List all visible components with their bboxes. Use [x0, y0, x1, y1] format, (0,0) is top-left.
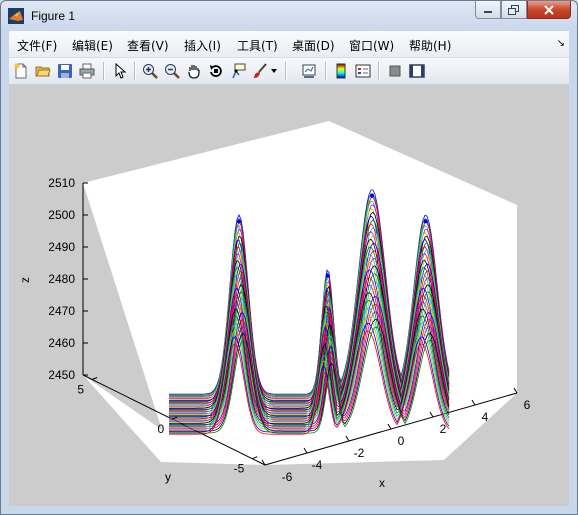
- menu-overflow-icon[interactable]: ↘: [557, 38, 565, 49]
- data-cursor-button[interactable]: [228, 61, 248, 81]
- link-plot-icon: [302, 64, 316, 78]
- data-cursor-icon: [232, 63, 246, 79]
- folder-open-icon: [35, 66, 51, 77]
- show-plot-tools-icon: [409, 64, 425, 78]
- peak-marker: [325, 273, 330, 278]
- x-tick-label: 6: [524, 398, 531, 412]
- zoom-out-button[interactable]: [162, 61, 182, 81]
- z-tick-label: 2490: [48, 240, 75, 254]
- peak-marker: [423, 219, 428, 224]
- open-file-button[interactable]: [33, 61, 53, 81]
- pointer-arrow-icon: [115, 63, 127, 79]
- toolbar-separator: [325, 62, 327, 80]
- edit-plot-button[interactable]: [110, 61, 130, 81]
- y-axis-label: y: [165, 470, 171, 484]
- insert-legend-button[interactable]: [353, 61, 373, 81]
- x-axis-label: x: [379, 476, 385, 490]
- menu-window[interactable]: 窗口(W): [349, 37, 394, 54]
- menu-tools[interactable]: 工具(T): [237, 37, 278, 54]
- z-tick-label: 2450: [48, 368, 75, 382]
- menu-bar: 文件(F) 编辑(E) 查看(V) 插入(I) 工具(T) 桌面(D) 窗口(W…: [9, 31, 569, 58]
- pan-button[interactable]: [184, 61, 204, 81]
- z-tick-label: 2510: [48, 176, 75, 190]
- menu-view[interactable]: 查看(V): [127, 37, 169, 54]
- zoom-in-button[interactable]: [140, 61, 160, 81]
- figure-window: Figure 1 文件(F) 编辑(E) 查看(V) 插入(I) 工具(T) 桌…: [0, 0, 578, 515]
- menu-help[interactable]: 帮助(H): [409, 37, 451, 54]
- x-tick-label: -2: [354, 446, 365, 460]
- x-tick-label: 2: [440, 422, 447, 436]
- zoom-in-icon: [143, 64, 158, 79]
- brush-dropdown[interactable]: [269, 61, 279, 81]
- toolbar-separator: [103, 62, 105, 80]
- close-button[interactable]: [527, 1, 571, 19]
- window-title: Figure 1: [31, 9, 76, 23]
- y-tick-mark: [91, 377, 98, 380]
- maximize-button[interactable]: [501, 1, 527, 19]
- brush-button[interactable]: [250, 61, 270, 81]
- menu-edit[interactable]: 编辑(E): [72, 37, 113, 54]
- title-bar[interactable]: Figure 1: [1, 1, 577, 31]
- show-plot-tools-button[interactable]: [407, 61, 427, 81]
- link-plot-button[interactable]: [299, 61, 319, 81]
- menu-file[interactable]: 文件(F): [17, 37, 57, 54]
- colorbar-icon: [336, 63, 346, 79]
- x-tick-label: -6: [282, 470, 293, 484]
- y-tick-label: 0: [157, 422, 164, 436]
- new-file-icon: [14, 63, 27, 79]
- legend-icon: [355, 64, 371, 78]
- z-tick-label: 2460: [48, 336, 75, 350]
- x-tick-label: 4: [482, 410, 489, 424]
- save-icon: [58, 64, 72, 78]
- y-tick-label: -5: [234, 462, 245, 476]
- menu-insert[interactable]: 插入(I): [184, 37, 221, 54]
- brush-icon: [254, 63, 267, 78]
- z-axis-label: z: [18, 277, 32, 283]
- matlab-logo-icon: [8, 8, 24, 24]
- figure-canvas[interactable]: 2450 2460 2470 2480 2490 2500 2510 -5 0 5 -6 -4 -2 0 2…: [9, 85, 569, 506]
- rotate-icon: [210, 65, 222, 77]
- z-tick-label: 2470: [48, 304, 75, 318]
- save-figure-button[interactable]: [55, 61, 75, 81]
- z-tick-label: 2480: [48, 272, 75, 286]
- figure-toolbar: [9, 58, 569, 85]
- toolbar-separator: [378, 62, 380, 80]
- print-figure-button[interactable]: [77, 61, 97, 81]
- restore-icon: [508, 4, 519, 15]
- peak-marker: [370, 193, 374, 198]
- client-area: 文件(F) 编辑(E) 查看(V) 插入(I) 工具(T) 桌面(D) 窗口(W…: [9, 31, 569, 506]
- axes-3d[interactable]: 2450 2460 2470 2480 2490 2500 2510 -5 0 5 -6 -4 -2 0 2…: [9, 85, 571, 506]
- x-tick-label: 0: [398, 434, 405, 448]
- toolbar-separator: [285, 62, 287, 80]
- x-tick-label: -4: [312, 458, 323, 472]
- y-tick-label: 5: [77, 383, 84, 397]
- new-figure-button[interactable]: [11, 61, 31, 81]
- zoom-out-icon: [165, 64, 180, 79]
- dropdown-arrow-icon: [271, 69, 277, 73]
- menu-desktop[interactable]: 桌面(D): [292, 37, 335, 54]
- close-icon: [544, 4, 554, 15]
- toolbar-separator: [134, 62, 136, 80]
- peak-marker: [237, 219, 241, 224]
- rotate-3d-button[interactable]: [206, 61, 226, 81]
- z-tick-label: 2500: [48, 208, 75, 222]
- hand-icon: [188, 65, 200, 79]
- minimize-icon: [484, 10, 492, 13]
- hide-plot-tools-button[interactable]: [385, 61, 405, 81]
- minimize-button[interactable]: [475, 1, 501, 19]
- insert-colorbar-button[interactable]: [331, 61, 351, 81]
- hide-plot-tools-icon: [389, 65, 401, 77]
- print-icon: [79, 63, 95, 79]
